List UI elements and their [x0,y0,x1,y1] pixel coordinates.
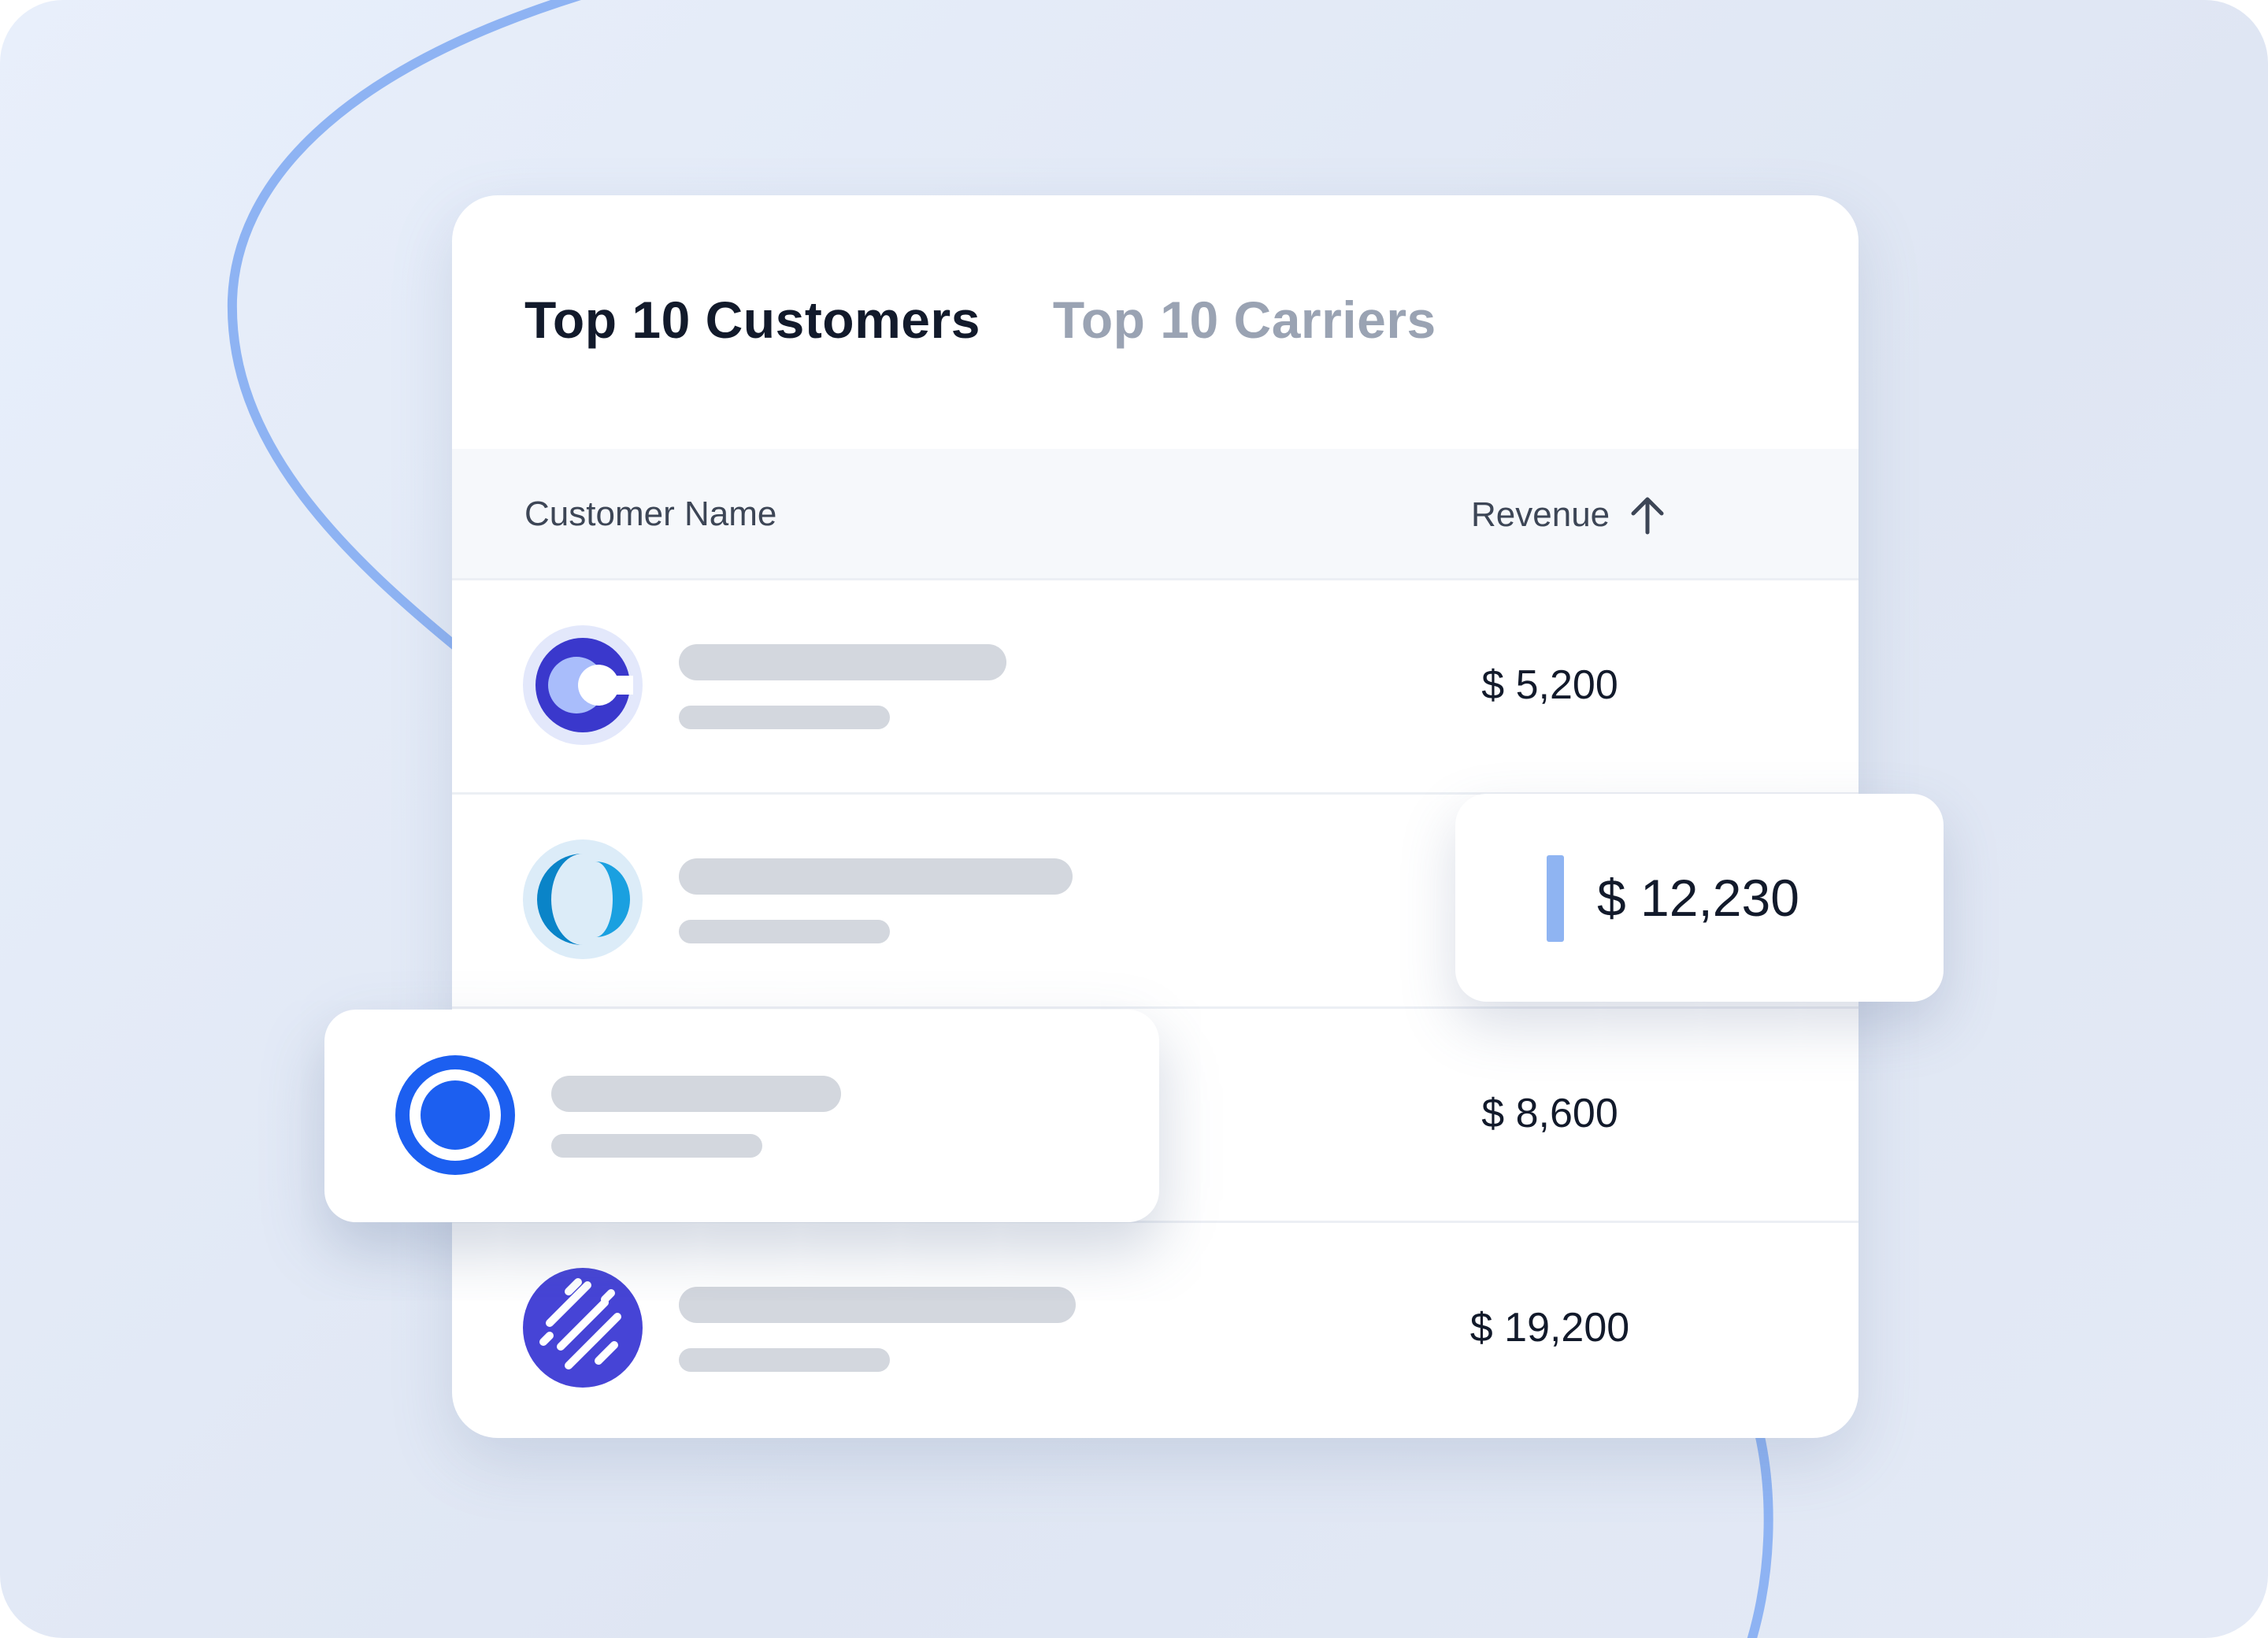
tab-bar: Top 10 Customers Top 10 Carriers [524,290,1436,350]
revenue-value: $ 5,200 [1481,662,1618,708]
customer-name-placeholder [679,1287,1076,1323]
revenue-header-label: Revenue [1471,495,1610,534]
customer-detail-placeholder [679,1348,890,1372]
highlight-bar [1547,855,1564,942]
customer-detail-placeholder [551,1134,762,1158]
striped-circle-logo-icon [523,1268,643,1388]
customer-name-placeholder [679,644,1006,680]
column-header-customer-name[interactable]: Customer Name [524,495,776,534]
column-header-revenue[interactable]: Revenue [1471,495,1666,536]
table-row[interactable]: $ 5,200 [452,578,1858,795]
c-logo-icon [523,625,643,745]
customer-detail-placeholder [679,706,890,729]
ring-logo-icon [395,1055,515,1175]
tab-top-carriers[interactable]: Top 10 Carriers [1053,290,1436,350]
highlighted-revenue-value: $ 12,230 [1597,869,1799,927]
revenue-value: $ 8,600 [1481,1091,1618,1136]
highlighted-customer-card[interactable] [324,1010,1159,1222]
arrow-up-icon[interactable] [1629,495,1666,536]
tab-top-customers[interactable]: Top 10 Customers [524,290,980,350]
table-row[interactable]: $ 19,200 [452,1221,1858,1435]
half-moon-logo-icon [523,839,643,959]
table-header: Customer Name Revenue [452,449,1858,580]
customer-detail-placeholder [679,920,890,943]
customer-name-placeholder [679,858,1073,895]
revenue-value: $ 19,200 [1469,1305,1630,1351]
customer-name-placeholder [551,1076,841,1112]
highlighted-revenue-card[interactable]: $ 12,230 [1455,794,1944,1002]
